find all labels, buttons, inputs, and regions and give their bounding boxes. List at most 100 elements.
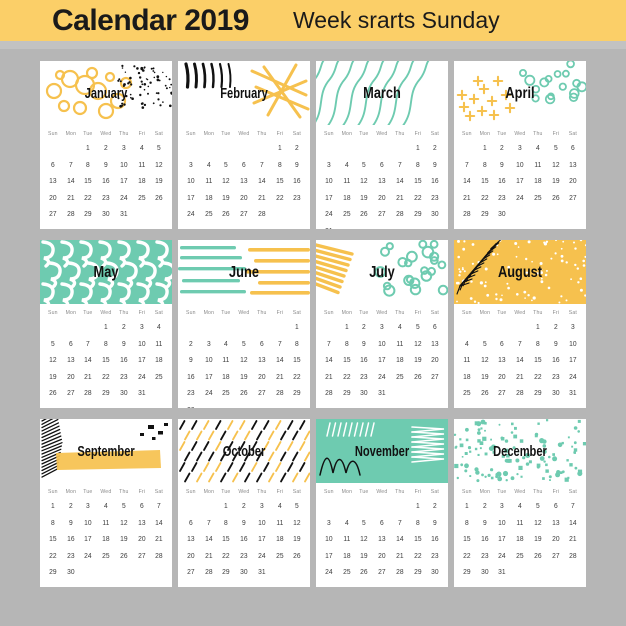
day-cell[interactable]: 1 (98, 319, 114, 336)
day-cell[interactable]: 9 (494, 157, 510, 174)
day-cell[interactable]: 7 (392, 157, 408, 174)
day-cell[interactable]: 4 (134, 140, 150, 157)
day-cell[interactable]: 14 (459, 173, 475, 190)
day-cell[interactable]: 14 (392, 173, 408, 190)
day-cell[interactable]: 19 (530, 531, 546, 548)
day-cell[interactable]: 3 (494, 498, 510, 515)
day-cell[interactable]: 12 (548, 157, 564, 174)
day-cell[interactable]: 5 (236, 336, 252, 353)
day-cell[interactable]: 22 (530, 369, 546, 386)
day-cell[interactable]: 9 (356, 336, 372, 353)
day-cell[interactable]: 31 (565, 385, 581, 402)
day-cell[interactable]: 8 (410, 157, 426, 174)
day-cell[interactable]: 15 (45, 531, 61, 548)
day-cell[interactable]: 5 (116, 498, 132, 515)
day-cell[interactable]: 13 (236, 173, 252, 190)
day-cell[interactable]: 23 (548, 369, 564, 386)
day-cell[interactable]: 19 (218, 190, 234, 207)
day-cell[interactable]: 22 (339, 369, 355, 386)
day-cell[interactable]: 24 (512, 190, 528, 207)
day-cell[interactable]: 11 (392, 336, 408, 353)
day-cell[interactable]: 24 (321, 206, 337, 223)
day-cell[interactable]: 19 (116, 531, 132, 548)
day-cell[interactable]: 15 (410, 531, 426, 548)
day-cell[interactable]: 19 (477, 369, 493, 386)
day-cell[interactable]: 26 (356, 206, 372, 223)
day-cell[interactable]: 1 (339, 319, 355, 336)
day-cell[interactable]: 12 (530, 515, 546, 532)
day-cell[interactable]: 10 (321, 531, 337, 548)
day-cell[interactable]: 4 (151, 319, 167, 336)
day-cell[interactable]: 15 (272, 173, 288, 190)
day-cell[interactable]: 20 (134, 531, 150, 548)
day-cell[interactable]: 25 (512, 548, 528, 565)
day-cell[interactable]: 23 (289, 190, 305, 207)
month-card-november[interactable]: November Sun Mon Tue Wed Thu Fri Sat 1 2 3 4 5 6 7 8 9 10… (316, 419, 448, 587)
day-cell[interactable]: 14 (392, 531, 408, 548)
day-cell[interactable]: 5 (548, 140, 564, 157)
day-cell[interactable]: 1 (289, 319, 305, 336)
day-cell[interactable]: 19 (289, 531, 305, 548)
day-cell[interactable]: 10 (512, 157, 528, 174)
day-cell[interactable]: 19 (45, 369, 61, 386)
day-cell[interactable]: 30 (427, 206, 443, 223)
day-cell[interactable]: 9 (289, 157, 305, 174)
day-cell[interactable]: 2 (183, 336, 199, 353)
day-cell[interactable]: 31 (134, 385, 150, 402)
day-cell[interactable]: 28 (63, 206, 79, 223)
day-cell[interactable]: 16 (289, 173, 305, 190)
day-cell[interactable]: 16 (116, 352, 132, 369)
month-card-may[interactable]: May Sun Mon Tue Wed Thu Fri Sat 1 2 3 4 5 6 7 8 9 10 11 12 1… (40, 240, 172, 408)
day-cell[interactable]: 16 (477, 531, 493, 548)
day-cell[interactable]: 8 (80, 157, 96, 174)
day-cell[interactable]: 19 (410, 352, 426, 369)
day-cell[interactable]: 22 (80, 190, 96, 207)
day-cell[interactable]: 8 (339, 336, 355, 353)
day-cell[interactable]: 3 (116, 140, 132, 157)
day-cell[interactable]: 21 (321, 369, 337, 386)
day-cell[interactable]: 20 (548, 531, 564, 548)
day-cell[interactable]: 2 (98, 140, 114, 157)
day-cell[interactable]: 28 (512, 385, 528, 402)
day-cell[interactable]: 1 (530, 319, 546, 336)
day-cell[interactable]: 13 (565, 157, 581, 174)
day-cell[interactable]: 2 (548, 319, 564, 336)
day-cell[interactable]: 5 (356, 157, 372, 174)
day-cell[interactable]: 16 (427, 173, 443, 190)
day-cell[interactable]: 7 (321, 336, 337, 353)
day-cell[interactable]: 1 (410, 140, 426, 157)
day-cell[interactable]: 11 (134, 157, 150, 174)
day-cell[interactable]: 8 (477, 157, 493, 174)
day-cell[interactable]: 25 (134, 190, 150, 207)
day-cell[interactable]: 21 (80, 369, 96, 386)
day-cell[interactable]: 20 (63, 369, 79, 386)
day-cell[interactable]: 26 (45, 385, 61, 402)
day-cell[interactable]: 27 (45, 206, 61, 223)
day-cell[interactable]: 7 (565, 498, 581, 515)
day-cell[interactable]: 2 (494, 140, 510, 157)
day-cell[interactable]: 8 (530, 336, 546, 353)
day-cell[interactable]: 1 (410, 498, 426, 515)
day-cell[interactable]: 2 (289, 140, 305, 157)
day-cell[interactable]: 29 (98, 385, 114, 402)
day-cell[interactable]: 9 (98, 157, 114, 174)
day-cell[interactable]: 20 (427, 352, 443, 369)
day-cell[interactable]: 5 (356, 515, 372, 532)
day-cell[interactable]: 26 (356, 564, 372, 581)
day-cell[interactable]: 4 (201, 157, 217, 174)
day-cell[interactable]: 16 (494, 173, 510, 190)
day-cell[interactable]: 29 (410, 564, 426, 581)
day-cell[interactable]: 17 (201, 369, 217, 386)
day-cell[interactable]: 20 (254, 369, 270, 386)
day-cell[interactable]: 10 (321, 173, 337, 190)
day-cell[interactable]: 22 (459, 548, 475, 565)
day-cell[interactable]: 19 (236, 369, 252, 386)
day-cell[interactable]: 5 (410, 319, 426, 336)
day-cell[interactable]: 22 (45, 548, 61, 565)
day-cell[interactable]: 10 (201, 352, 217, 369)
day-cell[interactable]: 12 (236, 352, 252, 369)
day-cell[interactable]: 17 (321, 548, 337, 565)
day-cell[interactable]: 13 (63, 352, 79, 369)
day-cell[interactable]: 18 (272, 531, 288, 548)
day-cell[interactable]: 15 (410, 173, 426, 190)
